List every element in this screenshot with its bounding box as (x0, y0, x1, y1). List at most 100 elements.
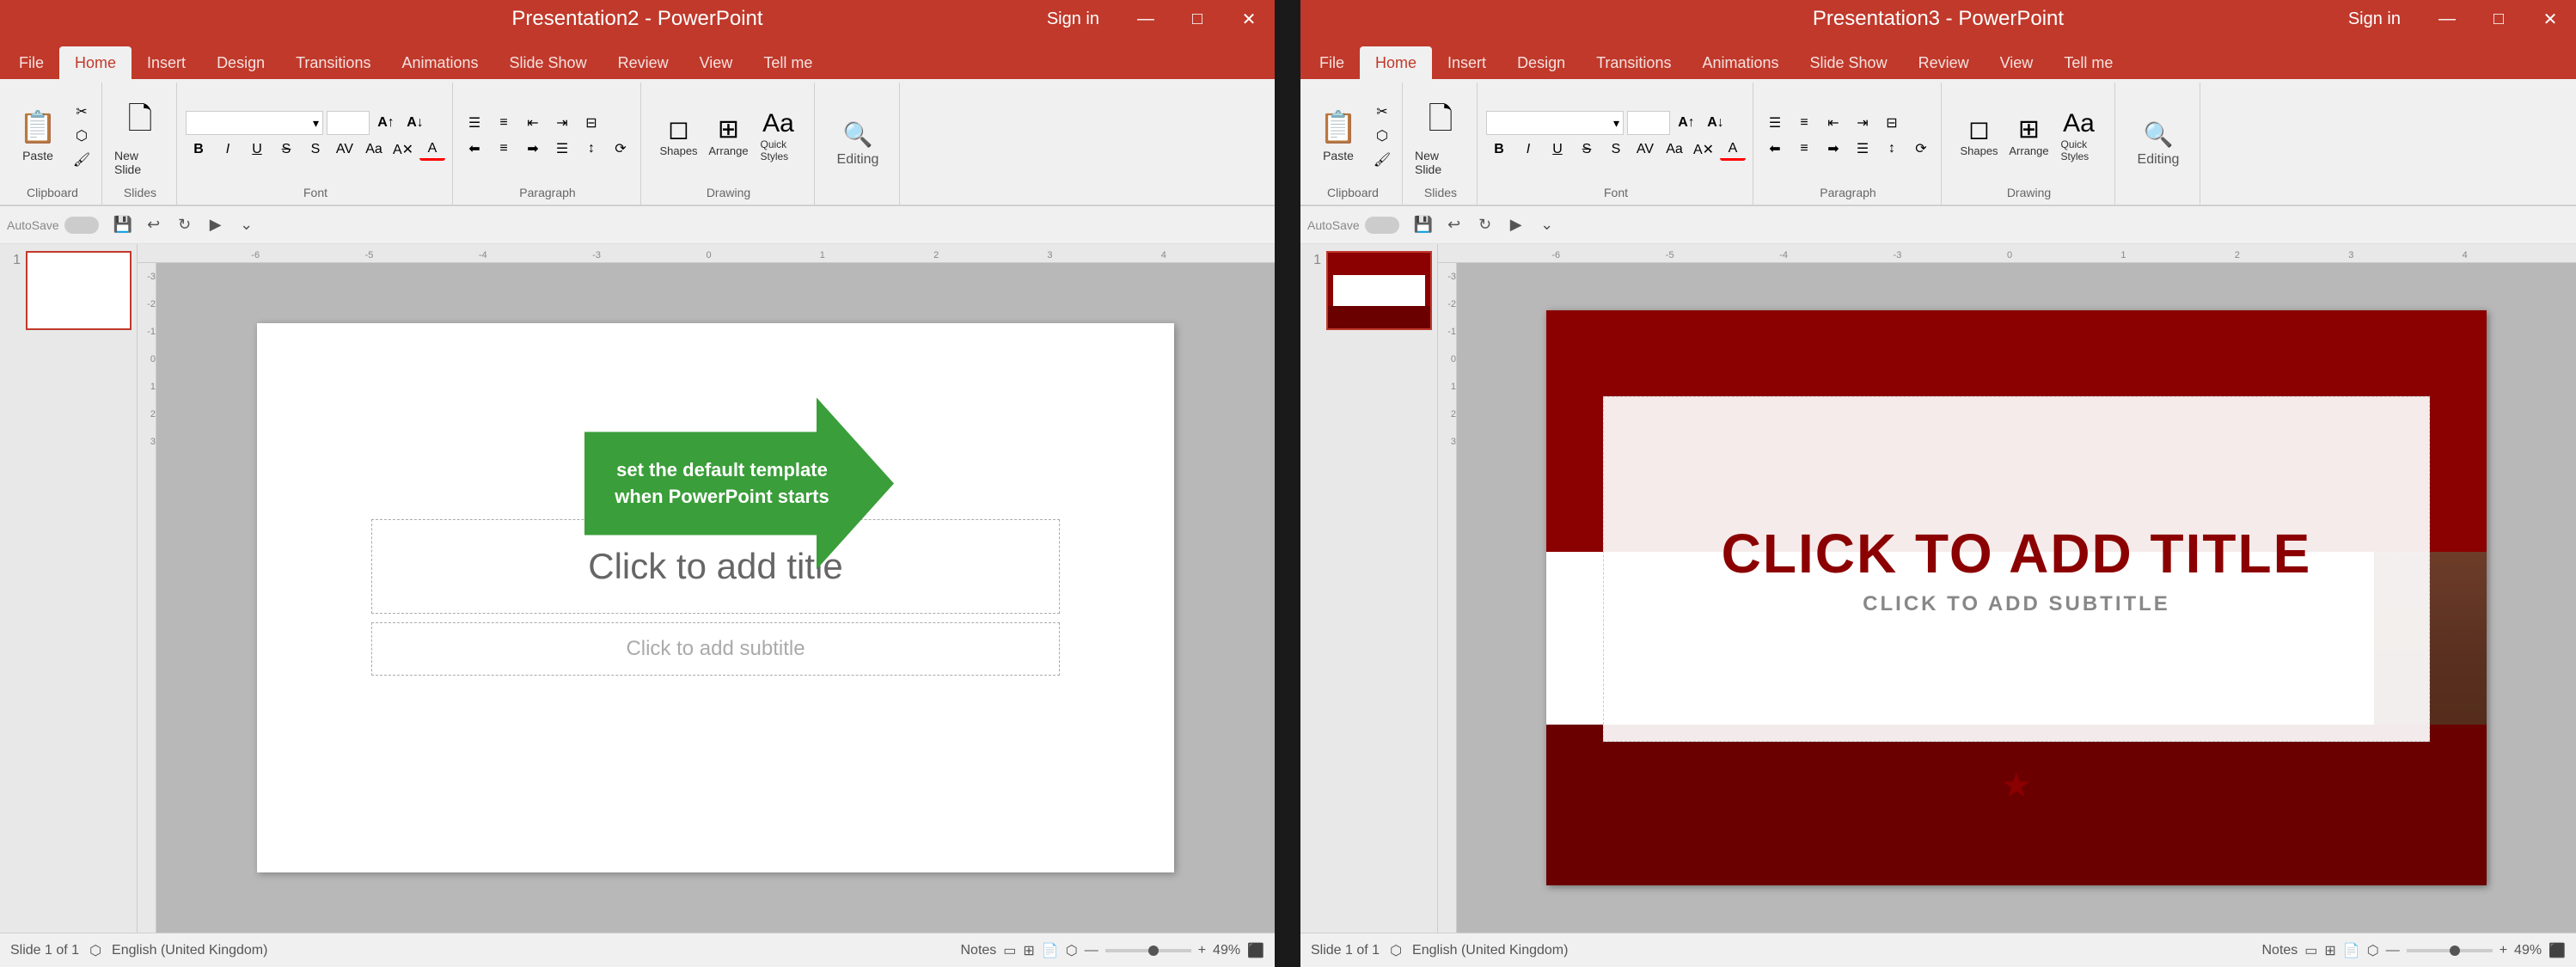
left-zoom-in-btn[interactable]: + (1198, 943, 1206, 958)
left-cut-btn[interactable]: ✂ (69, 101, 95, 123)
right-font-size-input[interactable] (1627, 111, 1670, 135)
left-shadow-btn[interactable]: S (303, 138, 328, 161)
right-tab-design[interactable]: Design (1502, 46, 1581, 79)
right-tab-insert[interactable]: Insert (1432, 46, 1502, 79)
left-zoom-slider[interactable] (1105, 949, 1191, 952)
right-sign-in[interactable]: Sign in (2328, 9, 2421, 29)
right-copy-btn[interactable]: ⬡ (1369, 125, 1395, 147)
left-tab-animations[interactable]: Animations (386, 46, 493, 79)
right-align-right-btn[interactable]: ➡ (1820, 138, 1846, 160)
left-align-center-btn[interactable]: ≡ (491, 138, 517, 160)
right-minimize-btn[interactable]: — (2421, 0, 2473, 38)
left-tab-insert[interactable]: Insert (132, 46, 201, 79)
left-align-left-btn[interactable]: ⬅ (462, 138, 487, 160)
right-zoom-out-btn[interactable]: — (2386, 943, 2400, 958)
left-status-notes-btn[interactable]: Notes (960, 943, 996, 958)
right-bullets-btn[interactable]: ☰ (1762, 112, 1788, 134)
right-tab-review[interactable]: Review (1903, 46, 1985, 79)
right-change-case-btn[interactable]: Aa (1661, 138, 1687, 161)
left-tab-review[interactable]: Review (603, 46, 684, 79)
right-zoom-slider[interactable] (2407, 949, 2493, 952)
left-new-slide-btn[interactable]: 🗋 New Slide (111, 93, 169, 180)
left-indent-less-btn[interactable]: ⇤ (520, 112, 546, 134)
right-tab-file[interactable]: File (1304, 46, 1360, 79)
left-subtitle-box[interactable]: Click to add subtitle (371, 622, 1059, 676)
left-view-slide-sorter-btn[interactable]: ⊞ (1023, 942, 1034, 959)
right-view-normal-btn[interactable]: ▭ (2304, 942, 2317, 959)
left-view-presenter-btn[interactable]: ⬡ (1066, 942, 1078, 959)
left-view-reading-btn[interactable]: 📄 (1042, 942, 1059, 959)
right-shapes-btn[interactable]: ◻ Shapes (1958, 98, 2001, 174)
left-line-spacing-btn[interactable]: ↕ (578, 138, 604, 160)
left-indent-more-btn[interactable]: ⇥ (549, 112, 575, 134)
right-tab-home[interactable]: Home (1360, 46, 1432, 79)
left-arrange-btn[interactable]: ⊞ Arrange (707, 98, 750, 174)
left-strikethrough-btn[interactable]: S (273, 138, 299, 161)
left-tab-view[interactable]: View (684, 46, 749, 79)
right-view-reading-btn[interactable]: 📄 (2343, 942, 2360, 959)
left-align-right-btn[interactable]: ➡ (520, 138, 546, 160)
right-slide-thumb[interactable] (1326, 251, 1432, 330)
left-fit-slide-icon[interactable]: ⬡ (89, 942, 101, 959)
left-slide-content[interactable]: Click to add title Click to add subtitle (257, 323, 1174, 872)
left-font-decrease-btn[interactable]: A↓ (402, 112, 428, 134)
left-underline-btn[interactable]: U (244, 138, 270, 161)
left-font-color-btn[interactable]: A (419, 138, 445, 161)
left-zoom-out-btn[interactable]: — (1085, 943, 1098, 958)
left-save-btn[interactable]: 💾 (109, 211, 137, 239)
left-quick-styles-btn[interactable]: Aa Quick Styles (757, 98, 800, 174)
left-font-name-dropdown[interactable]: ▾ (186, 111, 323, 135)
left-columns-btn[interactable]: ⊟ (578, 112, 604, 134)
right-present-btn[interactable]: ▶ (1502, 211, 1530, 239)
right-tab-animations[interactable]: Animations (1686, 46, 1794, 79)
right-italic-btn[interactable]: I (1515, 138, 1541, 161)
right-zoom-percent[interactable]: 49% (2514, 943, 2542, 958)
left-tab-file[interactable]: File (3, 46, 59, 79)
left-close-btn[interactable]: ✕ (1223, 0, 1275, 38)
left-font-increase-btn[interactable]: A↑ (373, 112, 399, 134)
left-tab-home[interactable]: Home (59, 46, 132, 79)
right-columns-btn[interactable]: ⊟ (1879, 112, 1905, 134)
right-justify-btn[interactable]: ☰ (1850, 138, 1875, 160)
left-change-case-btn[interactable]: Aa (361, 138, 387, 161)
left-text-direction-btn[interactable]: ⟳ (608, 138, 633, 160)
left-zoom-percent[interactable]: 49% (1213, 943, 1240, 958)
right-fit-slide-icon[interactable]: ⬡ (1390, 942, 1402, 959)
left-paste-btn[interactable]: 📋 Paste (10, 98, 65, 174)
left-title-box[interactable]: Click to add title (371, 519, 1059, 614)
left-copy-btn[interactable]: ⬡ (69, 125, 95, 147)
left-italic-btn[interactable]: I (215, 138, 241, 161)
right-customize-qa-btn[interactable]: ⌄ (1533, 211, 1561, 239)
left-char-spacing-btn[interactable]: AV (332, 138, 358, 161)
right-align-left-btn[interactable]: ⬅ (1762, 138, 1788, 160)
right-font-increase-btn[interactable]: A↑ (1673, 112, 1699, 134)
right-char-spacing-btn[interactable]: AV (1632, 138, 1658, 161)
right-indent-more-btn[interactable]: ⇥ (1850, 112, 1875, 134)
right-quick-styles-btn[interactable]: Aa Quick Styles (2058, 98, 2101, 174)
right-slide-content[interactable]: CLICK TO ADD TITLE CLICK TO ADD SUBTITLE… (1546, 310, 2487, 886)
left-bullets-btn[interactable]: ☰ (462, 112, 487, 134)
right-text-direction-btn[interactable]: ⟳ (1908, 138, 1934, 160)
left-undo-btn[interactable]: ↩ (140, 211, 168, 239)
right-bold-btn[interactable]: B (1486, 138, 1512, 161)
right-indent-less-btn[interactable]: ⇤ (1820, 112, 1846, 134)
right-line-spacing-btn[interactable]: ↕ (1879, 138, 1905, 160)
left-redo-btn[interactable]: ↻ (171, 211, 199, 239)
left-numbering-btn[interactable]: ≡ (491, 112, 517, 134)
left-justify-btn[interactable]: ☰ (549, 138, 575, 160)
left-view-normal-btn[interactable]: ▭ (1003, 942, 1016, 959)
right-undo-btn[interactable]: ↩ (1441, 211, 1468, 239)
right-view-presenter-btn[interactable]: ⬡ (2367, 942, 2379, 959)
right-autosave-toggle[interactable] (1365, 217, 1399, 234)
left-bold-btn[interactable]: B (186, 138, 211, 161)
right-fit-window-btn[interactable]: ⬛ (2548, 942, 2566, 959)
right-redo-btn[interactable]: ↻ (1472, 211, 1499, 239)
right-align-center-btn[interactable]: ≡ (1791, 138, 1817, 160)
right-cut-btn[interactable]: ✂ (1369, 101, 1395, 123)
right-status-notes-btn[interactable]: Notes (2261, 943, 2298, 958)
right-maximize-btn[interactable]: □ (2473, 0, 2524, 38)
left-present-btn[interactable]: ▶ (202, 211, 229, 239)
left-tab-transitions[interactable]: Transitions (280, 46, 386, 79)
left-slide-thumb[interactable] (26, 251, 132, 330)
right-save-btn[interactable]: 💾 (1410, 211, 1437, 239)
